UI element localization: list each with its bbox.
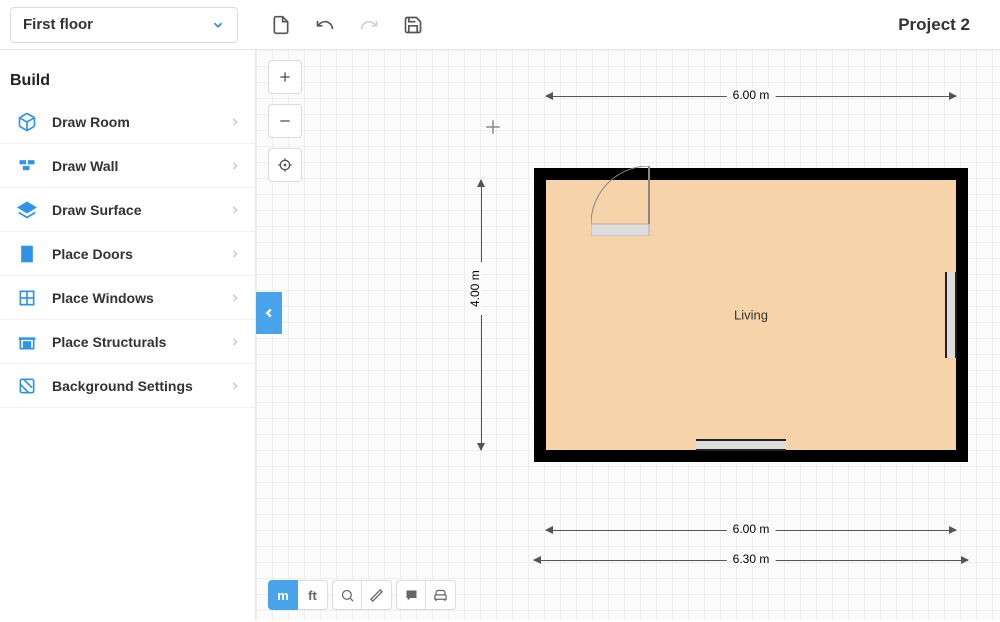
canvas[interactable]: 6.00 m 4.00 m Living 6.00 m	[256, 50, 1000, 620]
dimension-top: 6.00 m	[546, 96, 956, 97]
settings-icon	[16, 375, 38, 397]
sidebar-item-draw-wall[interactable]: Draw Wall	[0, 144, 255, 188]
sidebar-item-draw-room[interactable]: Draw Room	[0, 100, 255, 144]
cube-icon	[16, 111, 38, 133]
chevron-right-icon	[229, 336, 241, 348]
floor-select[interactable]: First floor	[10, 7, 238, 43]
comment-tool-icon[interactable]	[396, 580, 426, 610]
door[interactable]	[591, 166, 661, 236]
sidebar-item-label: Place Structurals	[52, 334, 166, 350]
dimension-left: 4.00 m	[481, 180, 482, 450]
sidebar-item-label: Draw Wall	[52, 158, 118, 174]
sidebar-item-label: Draw Room	[52, 114, 130, 130]
recenter-button[interactable]	[268, 148, 302, 182]
dimension-bottom-outer-label: 6.30 m	[727, 552, 776, 566]
unit-meters-button[interactable]: m	[268, 580, 298, 610]
surface-icon	[16, 199, 38, 221]
zoom-in-button[interactable]	[268, 60, 302, 94]
sidebar-item-label: Place Windows	[52, 290, 154, 306]
window-icon	[16, 287, 38, 309]
door-icon	[16, 243, 38, 265]
chevron-right-icon	[229, 160, 241, 172]
wall-bottom[interactable]	[534, 450, 968, 462]
sidebar-item-draw-surface[interactable]: Draw Surface	[0, 188, 255, 232]
wall-icon	[16, 155, 38, 177]
dimension-bottom-outer: 6.30 m	[534, 560, 968, 561]
crosshair-cursor	[484, 118, 502, 141]
wall-left[interactable]	[534, 168, 546, 462]
chevron-right-icon	[229, 116, 241, 128]
dimension-bottom-inner-label: 6.00 m	[727, 522, 776, 536]
sidebar-item-label: Place Doors	[52, 246, 133, 262]
chevron-right-icon	[229, 248, 241, 260]
undo-icon[interactable]	[314, 14, 336, 36]
window-bottom[interactable]	[696, 439, 786, 451]
dimension-bottom-inner: 6.00 m	[546, 530, 956, 531]
chevron-right-icon	[229, 292, 241, 304]
window-right[interactable]	[945, 272, 957, 358]
sidebar-item-place-windows[interactable]: Place Windows	[0, 276, 255, 320]
sidebar: Build Draw Room Draw Wall Draw Surface	[0, 50, 256, 620]
sidebar-item-label: Draw Surface	[52, 202, 141, 218]
floor-select-label: First floor	[23, 16, 93, 33]
furniture-tool-icon[interactable]	[426, 580, 456, 610]
zoom-tool-icon[interactable]	[332, 580, 362, 610]
redo-icon	[358, 14, 380, 36]
chevron-left-icon	[262, 306, 276, 320]
chevron-right-icon	[229, 204, 241, 216]
top-icons	[270, 14, 424, 36]
sidebar-item-label: Background Settings	[52, 378, 193, 394]
map-controls	[268, 60, 302, 182]
measure-tool-icon[interactable]	[362, 580, 392, 610]
bottom-toolbar: m ft	[268, 580, 460, 610]
collapse-sidebar-button[interactable]	[256, 292, 282, 334]
zoom-out-button[interactable]	[268, 104, 302, 138]
room-label: Living	[734, 308, 768, 323]
chevron-down-icon	[211, 18, 225, 32]
sidebar-item-background-settings[interactable]: Background Settings	[0, 364, 255, 408]
page-title: Project 2	[898, 15, 970, 35]
unit-feet-button[interactable]: ft	[298, 580, 328, 610]
wall-right[interactable]	[956, 168, 968, 462]
save-icon[interactable]	[402, 14, 424, 36]
dimension-left-label: 4.00 m	[468, 262, 482, 315]
dimension-top-label: 6.00 m	[727, 88, 776, 102]
sidebar-heading: Build	[0, 50, 255, 100]
chevron-right-icon	[229, 380, 241, 392]
structural-icon	[16, 331, 38, 353]
topbar: First floor Project 2	[0, 0, 1000, 50]
new-file-icon[interactable]	[270, 14, 292, 36]
sidebar-item-place-doors[interactable]: Place Doors	[0, 232, 255, 276]
sidebar-item-place-structurals[interactable]: Place Structurals	[0, 320, 255, 364]
